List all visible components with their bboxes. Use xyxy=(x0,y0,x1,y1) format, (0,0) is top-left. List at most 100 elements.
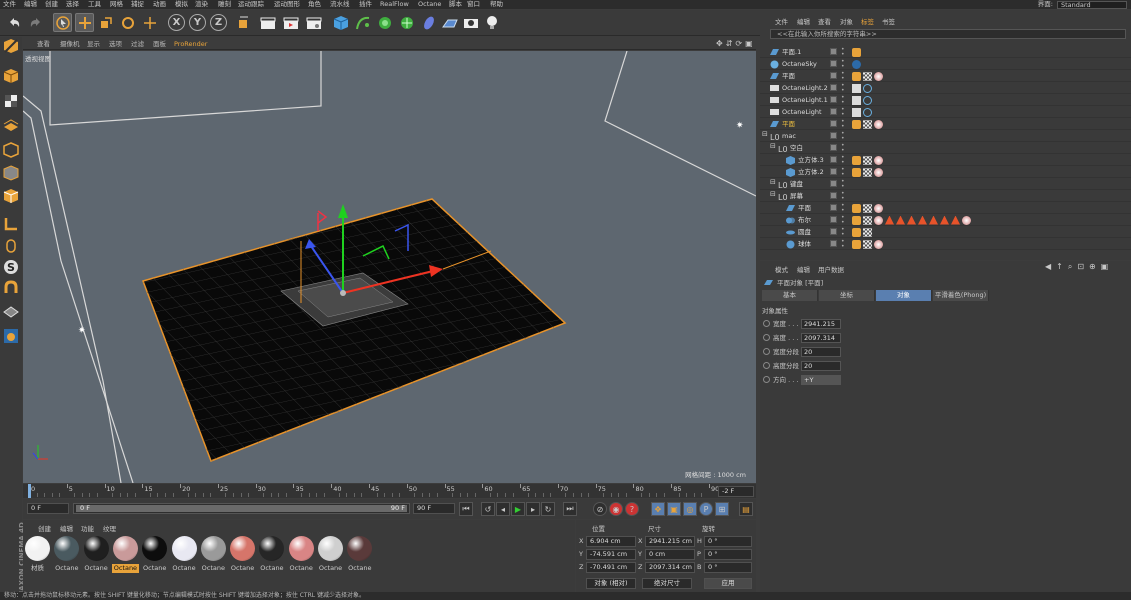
checker-tag-icon[interactable] xyxy=(863,215,872,225)
new-panel-icon[interactable]: ⊕ xyxy=(1089,262,1096,272)
object-menu-item[interactable]: 查看 xyxy=(818,16,831,26)
subdivision-button[interactable] xyxy=(375,13,394,32)
apply-button[interactable]: 应用 xyxy=(704,578,752,589)
lock-workplane-button[interactable] xyxy=(2,279,20,297)
warning-tag-icon[interactable] xyxy=(929,215,938,225)
material-swatch[interactable]: 材质 xyxy=(24,536,51,573)
zoom-view-icon[interactable]: ⇵ xyxy=(726,39,733,48)
goto-end-button[interactable]: ⏭ xyxy=(563,502,577,516)
timeline-ruler[interactable]: 0 5 10 15 20 25 30 35 40 45 50 55 60 65 70 75 80 85 90 -2 … xyxy=(23,484,756,498)
layer-checkbox[interactable] xyxy=(830,120,837,127)
menu-item[interactable]: 角色 xyxy=(308,0,321,9)
position-field[interactable]: -70.491 cm xyxy=(586,562,636,573)
viewport-menu-item[interactable]: 显示 xyxy=(87,38,100,50)
phong-tag-icon[interactable] xyxy=(852,239,861,249)
visibility-dots-icon[interactable]: • • xyxy=(841,179,845,190)
key-position-button[interactable]: ✥ xyxy=(651,502,665,516)
object-name[interactable]: 球体 xyxy=(798,239,811,249)
checker-tag-icon[interactable] xyxy=(863,119,872,129)
material-swatch[interactable]: Octane xyxy=(229,536,256,573)
object-menu-item[interactable]: 标签 xyxy=(861,16,874,26)
object-row[interactable]: ⊟ L0 屏幕 • • xyxy=(760,190,1131,202)
autokey-button[interactable]: ◉ xyxy=(609,502,623,516)
octane-light-tag-icon[interactable] xyxy=(863,83,872,93)
object-name[interactable]: 平面 xyxy=(798,203,811,213)
checker-tag-icon[interactable] xyxy=(863,155,872,165)
material-menu-item[interactable]: 编辑 xyxy=(60,523,73,533)
object-row[interactable]: 平面 • • xyxy=(760,118,1131,130)
visibility-dots-icon[interactable]: • • xyxy=(841,119,845,130)
start-frame-field[interactable]: 0 F xyxy=(27,503,69,514)
object-menu-item[interactable]: 对象 xyxy=(840,16,853,26)
menu-icon[interactable]: ▣ xyxy=(1101,262,1109,272)
material-tag-icon[interactable] xyxy=(874,239,883,249)
rotation-field[interactable]: 0 ° xyxy=(704,549,752,560)
visibility-dots-icon[interactable]: • • xyxy=(841,83,845,94)
phong-tag-icon[interactable] xyxy=(852,203,861,213)
phong-tag-icon[interactable] xyxy=(852,215,861,225)
object-menu-item[interactable]: 文件 xyxy=(775,16,788,26)
object-name[interactable]: 立方体.3 xyxy=(798,155,824,165)
next-frame-button[interactable]: ▸ xyxy=(526,502,540,516)
layout-selector[interactable]: 界面: Standard xyxy=(1038,0,1127,9)
animate-toggle[interactable] xyxy=(763,348,770,355)
layout-dropdown[interactable]: Standard xyxy=(1057,0,1127,9)
lock-x-button[interactable]: X xyxy=(168,14,185,31)
warning-tag-icon[interactable] xyxy=(918,215,927,225)
axis-mode-button[interactable] xyxy=(2,215,20,233)
next-key-button[interactable]: ↻ xyxy=(541,502,555,516)
search-icon[interactable]: ⌕ xyxy=(1068,262,1072,272)
key-parameter-button[interactable]: P xyxy=(699,502,713,516)
light-button[interactable] xyxy=(482,13,501,32)
object-name[interactable]: 平面.1 xyxy=(782,47,801,57)
menu-item[interactable]: 捕捉 xyxy=(131,0,144,9)
octane-tool-button[interactable] xyxy=(2,327,20,345)
animate-toggle[interactable] xyxy=(763,320,770,327)
layer-checkbox[interactable] xyxy=(830,84,837,91)
timeline-window-button[interactable]: ▤ xyxy=(739,502,753,516)
checker-tag-icon[interactable] xyxy=(863,239,872,249)
size-field[interactable]: 0 cm xyxy=(645,549,695,560)
visibility-dots-icon[interactable]: • • xyxy=(841,167,845,178)
object-row[interactable]: OctaneLight.2 • • xyxy=(760,82,1131,94)
attribute-menu-item[interactable]: 编辑 xyxy=(797,264,810,274)
undo-button[interactable] xyxy=(4,13,23,32)
object-row[interactable]: 立方体.3 • • xyxy=(760,154,1131,166)
attribute-tab[interactable]: 坐标 xyxy=(819,290,875,301)
perspective-viewport[interactable]: ✷ ✷ 透视视图 网格间距 : 1000 cm xyxy=(23,51,756,483)
visibility-dots-icon[interactable]: • • xyxy=(841,131,845,142)
material-tag-icon[interactable] xyxy=(874,155,883,165)
property-value-field[interactable]: 2941.215 xyxy=(801,319,841,329)
layer-checkbox[interactable] xyxy=(830,180,837,187)
object-name[interactable]: 键盘 xyxy=(790,179,803,189)
render-view-button[interactable] xyxy=(258,13,277,32)
menu-item[interactable]: 运动跟踪 xyxy=(238,0,264,9)
light-tag-icon[interactable] xyxy=(852,107,861,117)
object-name[interactable]: 屏幕 xyxy=(790,191,803,201)
object-name[interactable]: OctaneLight.2 xyxy=(782,83,828,93)
phong-tag-icon[interactable] xyxy=(852,47,861,57)
model-mode-button[interactable] xyxy=(2,67,20,85)
material-swatch[interactable]: Octane xyxy=(346,536,373,573)
camera-button[interactable] xyxy=(461,13,480,32)
object-row[interactable]: OctaneLight.1 • • xyxy=(760,94,1131,106)
warning-tag-icon[interactable] xyxy=(951,215,960,225)
workplane-mode-button[interactable] xyxy=(2,115,20,133)
workplane-grid-button[interactable] xyxy=(2,303,20,321)
lock-y-button[interactable]: Y xyxy=(189,14,206,31)
coord-mode-dropdown[interactable]: 对象 (相对) xyxy=(586,578,636,589)
phong-tag-icon[interactable] xyxy=(852,119,861,129)
texture-mode-button[interactable] xyxy=(2,92,20,110)
layer-checkbox[interactable] xyxy=(830,240,837,247)
menu-item[interactable]: 文件 xyxy=(3,0,16,9)
size-field[interactable]: 2097.314 cm xyxy=(645,562,695,573)
warning-tag-icon[interactable] xyxy=(885,215,894,225)
attribute-tab[interactable]: 基本 xyxy=(762,290,818,301)
object-row[interactable]: ⊟ L0 mac • • xyxy=(760,130,1131,142)
material-swatch[interactable]: Octane xyxy=(141,536,168,573)
redo-button[interactable] xyxy=(26,13,45,32)
record-keys-button[interactable]: ⊘ xyxy=(593,502,607,516)
texture-tag-icon[interactable] xyxy=(863,48,872,57)
layer-checkbox[interactable] xyxy=(830,168,837,175)
expand-toggle-icon[interactable]: ⊟ xyxy=(770,190,776,198)
